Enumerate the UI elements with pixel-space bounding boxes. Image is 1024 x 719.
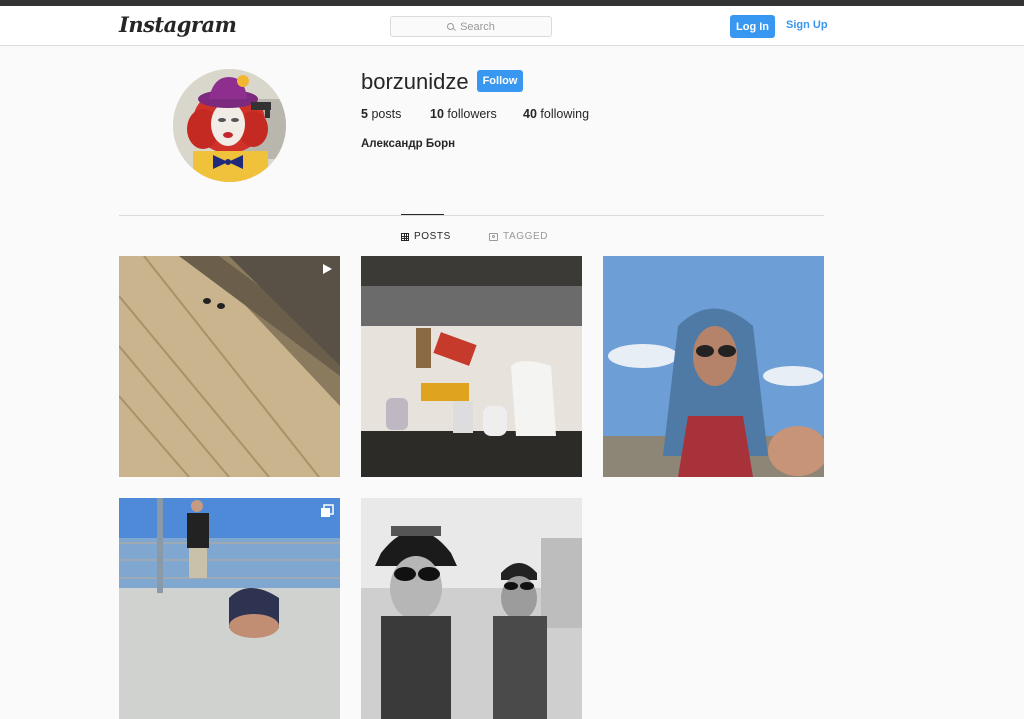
stat-posts: 5 posts xyxy=(361,107,401,121)
following-label: following xyxy=(540,107,590,121)
tab-tagged[interactable]: TAGGED xyxy=(489,231,548,242)
active-tab-indicator xyxy=(401,214,444,215)
profile-full-name: Александр Борн xyxy=(361,138,456,150)
posts-count: 5 xyxy=(361,107,368,121)
tabs-divider xyxy=(119,215,824,216)
posts-label: posts xyxy=(371,107,402,121)
stat-followers[interactable]: 10 followers xyxy=(430,107,497,121)
stat-following[interactable]: 40 following xyxy=(523,107,589,121)
post-thumbnail[interactable] xyxy=(361,256,582,477)
post-thumbnail[interactable] xyxy=(119,498,340,719)
search-icon xyxy=(447,22,455,31)
profile-username: borzunidze xyxy=(361,69,469,94)
tab-posts-label: POSTS xyxy=(414,231,451,242)
log-in-button[interactable]: Log In xyxy=(730,15,775,38)
grid-icon xyxy=(401,232,409,241)
post-thumbnail[interactable] xyxy=(603,256,824,477)
tab-tagged-label: TAGGED xyxy=(503,231,549,242)
tab-posts[interactable]: POSTS xyxy=(401,231,451,242)
post-thumbnail[interactable] xyxy=(361,498,582,719)
tag-icon xyxy=(489,232,498,241)
follow-button[interactable]: Follow xyxy=(477,70,523,92)
instagram-logo[interactable]: Instagram xyxy=(119,12,237,37)
followers-count: 10 xyxy=(430,107,444,121)
following-count: 40 xyxy=(523,107,537,121)
followers-label: followers xyxy=(447,107,497,121)
search-placeholder: Search xyxy=(460,20,495,33)
video-icon xyxy=(323,264,332,274)
profile-avatar[interactable] xyxy=(173,69,286,182)
search-input[interactable]: Search xyxy=(390,16,552,37)
carousel-icon xyxy=(321,504,334,517)
top-navigation: Instagram Search Log In Sign Up xyxy=(0,6,1024,46)
post-thumbnail[interactable] xyxy=(119,256,340,477)
sign-up-link[interactable]: Sign Up xyxy=(786,19,828,31)
